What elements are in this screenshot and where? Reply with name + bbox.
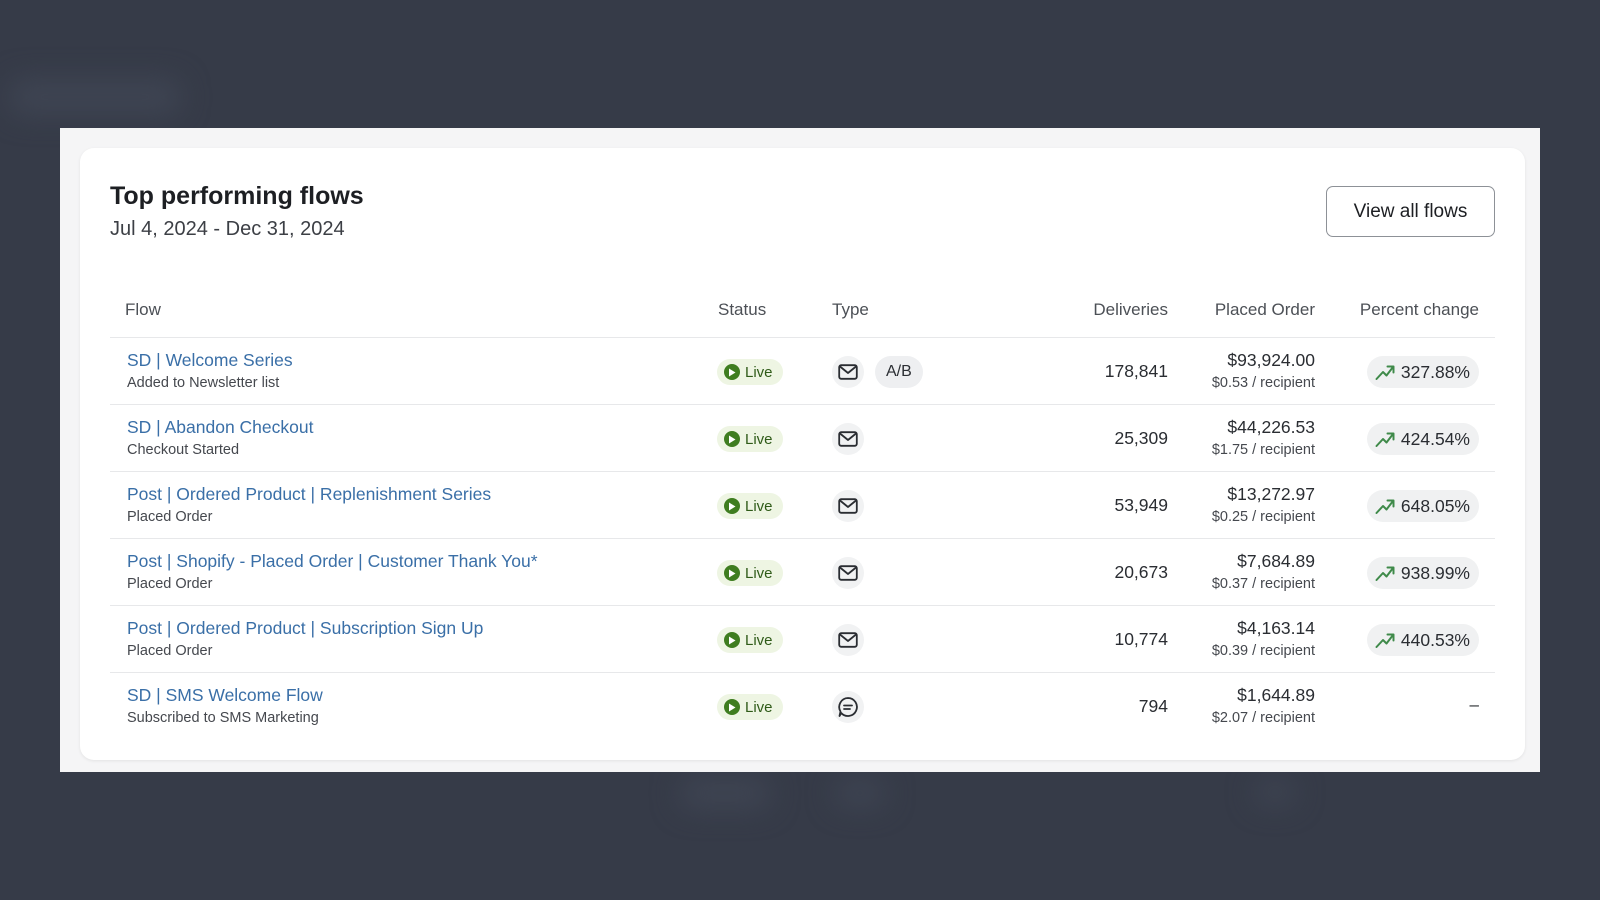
deliveries-value: 25,309 [1114,428,1168,448]
placed-order-per-recipient: $0.25 / recipient [1211,509,1315,525]
play-icon [724,632,740,648]
envelope-icon [832,557,864,589]
flow-trigger: Placed Order [127,643,213,659]
envelope-icon [832,356,864,388]
flow-trigger: Checkout Started [127,442,240,458]
flow-trigger: Subscribed to SMS Marketing [127,710,319,726]
status-badge: Live [717,426,783,452]
status-badge: Live [717,627,783,653]
trend-up-icon [1375,497,1395,515]
flow-name-link[interactable]: Post | Ordered Product | Subscription Si… [127,618,483,639]
play-icon [724,699,740,715]
trend-up-icon [1375,430,1395,448]
table-header: Flow Status Type Deliveries Placed Order… [110,300,1495,338]
background-blur [835,780,885,806]
percent-change-badge: 648.05% [1366,490,1479,522]
flow-trigger: Added to Newsletter list [127,375,280,391]
placed-order-per-recipient: $1.75 / recipient [1211,442,1315,458]
percent-change-value: 440.53% [1400,629,1470,650]
sms-chat-icon [832,691,864,723]
table-row[interactable]: Post | Ordered Product | Replenishment S… [110,472,1495,539]
play-icon [724,498,740,514]
percent-change-empty: – [1469,695,1479,714]
status-badge: Live [717,359,783,385]
flow-name-link[interactable]: Post | Shopify - Placed Order | Customer… [127,551,538,572]
flow-trigger: Placed Order [127,509,213,525]
column-header-flow[interactable]: Flow [125,300,161,320]
table-row[interactable]: SD | SMS Welcome Flow Subscribed to SMS … [110,673,1495,740]
top-flows-card: Top performing flows Jul 4, 2024 - Dec 3… [80,148,1525,760]
flow-name-link[interactable]: SD | SMS Welcome Flow [127,685,323,706]
placed-order-amount: $7,684.89 [1237,551,1315,571]
column-header-deliveries[interactable]: Deliveries [1093,300,1168,320]
placed-order-amount: $44,226.53 [1227,417,1315,437]
play-icon [724,431,740,447]
column-header-placed-order[interactable]: Placed Order [1215,300,1315,320]
background-blur [680,778,770,808]
table-row[interactable]: SD | Abandon Checkout Checkout Started L… [110,405,1495,472]
table-body: SD | Welcome Series Added to Newsletter … [110,338,1495,740]
flow-name-link[interactable]: Post | Ordered Product | Replenishment S… [127,484,491,505]
status-badge: Live [717,694,783,720]
status-badge: Live [717,493,783,519]
trend-up-icon [1375,363,1395,381]
status-label: Live [745,631,773,649]
envelope-icon [832,423,864,455]
status-label: Live [745,564,773,582]
envelope-icon [832,624,864,656]
status-label: Live [745,698,773,716]
percent-change-badge: 327.88% [1366,356,1479,388]
background-blur [10,80,180,114]
ab-test-badge: A/B [875,356,923,388]
column-header-status[interactable]: Status [718,300,766,320]
percent-change-badge: 938.99% [1366,557,1479,589]
trend-up-icon [1375,564,1395,582]
percent-change-value: 648.05% [1400,495,1470,516]
placed-order-per-recipient: $0.37 / recipient [1211,576,1315,592]
date-range: Jul 4, 2024 - Dec 31, 2024 [110,218,345,240]
placed-order-per-recipient: $2.07 / recipient [1211,710,1315,726]
percent-change-badge: 424.54% [1366,423,1479,455]
deliveries-value: 20,673 [1114,562,1168,582]
percent-change-badge: 440.53% [1366,624,1479,656]
placed-order-amount: $1,644.89 [1237,685,1315,705]
deliveries-value: 53,949 [1114,495,1168,515]
table-row[interactable]: Post | Shopify - Placed Order | Customer… [110,539,1495,606]
percent-change-value: 938.99% [1400,562,1470,583]
envelope-icon [832,490,864,522]
deliveries-value: 10,774 [1114,629,1168,649]
background-blur [1255,780,1295,804]
placed-order-amount: $4,163.14 [1237,618,1315,638]
status-label: Live [745,497,773,515]
flow-name-link[interactable]: SD | Welcome Series [127,350,293,371]
view-all-flows-button[interactable]: View all flows [1326,186,1495,237]
flow-trigger: Placed Order [127,576,213,592]
deliveries-value: 178,841 [1104,361,1168,381]
status-label: Live [745,430,773,448]
column-header-type[interactable]: Type [832,300,869,320]
status-badge: Live [717,560,783,586]
deliveries-value: 794 [1138,696,1168,716]
card-title: Top performing flows [110,182,364,210]
table-row[interactable]: SD | Welcome Series Added to Newsletter … [110,338,1495,405]
play-icon [724,565,740,581]
placed-order-per-recipient: $0.53 / recipient [1211,375,1315,391]
screenshot-frame: Top performing flows Jul 4, 2024 - Dec 3… [60,128,1540,772]
trend-up-icon [1375,631,1395,649]
column-header-percent-change[interactable]: Percent change [1360,300,1479,320]
status-label: Live [745,363,773,381]
placed-order-amount: $13,272.97 [1227,484,1315,504]
percent-change-value: 327.88% [1400,361,1470,382]
percent-change-value: 424.54% [1400,428,1470,449]
play-icon [724,364,740,380]
placed-order-per-recipient: $0.39 / recipient [1211,643,1315,659]
flow-name-link[interactable]: SD | Abandon Checkout [127,417,313,438]
table-row[interactable]: Post | Ordered Product | Subscription Si… [110,606,1495,673]
placed-order-amount: $93,924.00 [1227,350,1315,370]
